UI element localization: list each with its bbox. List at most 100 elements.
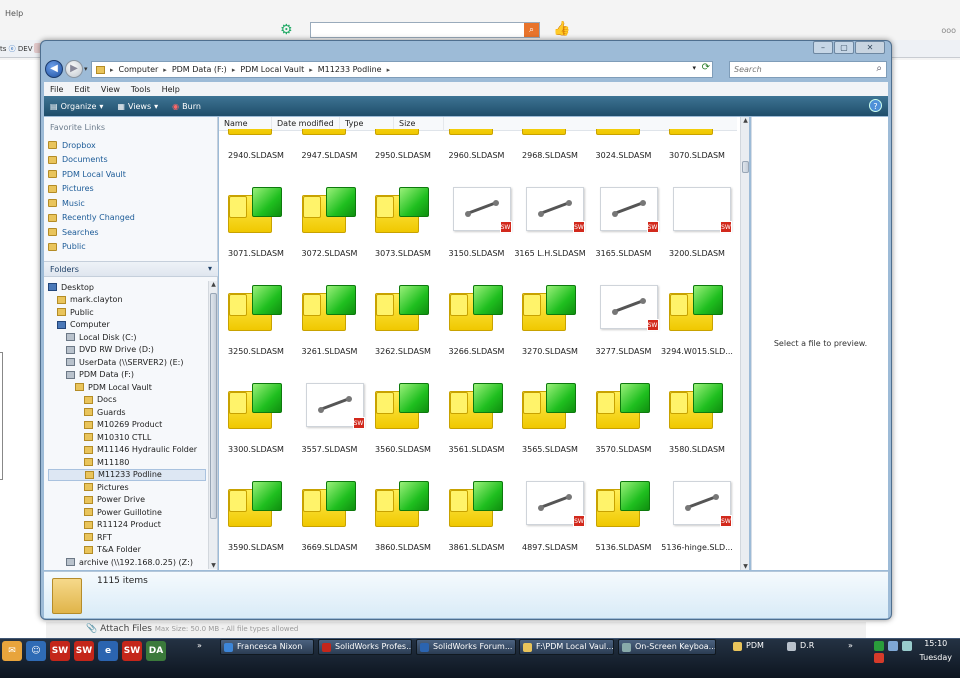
file-item[interactable]: 3070.SLDASM (664, 129, 730, 167)
file-item[interactable]: SW 3277.SLDASM (591, 265, 659, 363)
file-item[interactable]: 2960.SLDASM (444, 129, 510, 167)
chevron-icon[interactable]: » (848, 641, 853, 650)
ie-icon[interactable]: e (98, 641, 118, 661)
file-item[interactable]: 3250.SLDASM (223, 265, 289, 363)
minimize-button[interactable]: – (813, 41, 833, 54)
file-item[interactable]: 3071.SLDASM (223, 167, 289, 265)
forward-button[interactable]: ▶ (65, 60, 83, 78)
tree-item[interactable]: UserData (\\SERVER2) (E:) (48, 356, 206, 369)
tree-item[interactable]: Power Guillotine (48, 506, 206, 519)
file-item[interactable]: 3590.SLDASM (223, 461, 289, 559)
security-icon[interactable] (874, 653, 884, 663)
favorite-link[interactable]: Documents (48, 153, 208, 168)
solidworks-icon[interactable]: SW (74, 641, 94, 661)
solidworks-icon[interactable]: SW (50, 641, 70, 661)
tree-item[interactable]: DVD RW Drive (D:) (48, 344, 206, 357)
favorite-link[interactable]: Dropbox (48, 138, 208, 153)
file-item[interactable]: 3072.SLDASM (297, 167, 363, 265)
file-item[interactable]: 3560.SLDASM (370, 363, 436, 461)
tree-item[interactable]: M10269 Product (48, 419, 206, 432)
file-item[interactable]: SW 3165.SLDASM (591, 167, 659, 265)
file-item[interactable]: 3294.W015.SLD... (661, 265, 733, 363)
file-item[interactable]: 3860.SLDASM (370, 461, 436, 559)
clock[interactable]: 15:10 Tuesday (919, 639, 952, 662)
favorite-link[interactable]: Public (48, 240, 208, 255)
views-button[interactable]: ▦ Views ▾ (117, 102, 158, 111)
file-item[interactable]: SW 3200.SLDASM (664, 167, 732, 265)
taskbar-button[interactable]: PDM (730, 639, 780, 655)
taskbar-button[interactable]: D.R (784, 639, 834, 655)
refresh-icon[interactable]: ⟳ (702, 62, 710, 73)
file-list-scrollbar[interactable]: ▲ ▼ (740, 117, 749, 570)
menu-help[interactable]: Help (162, 85, 180, 94)
breadcrumb-pdm-local-vault[interactable]: PDM Local Vault (240, 65, 304, 74)
tree-item[interactable]: M11233 Podline (48, 468, 206, 481)
file-item[interactable]: SW 3150.SLDASM (444, 167, 512, 265)
maximize-button[interactable]: ▢ (834, 41, 854, 54)
file-item[interactable]: 5136.SLDASM (591, 461, 657, 559)
tree-item[interactable]: M11146 Hydraulic Folder (48, 444, 206, 457)
file-item[interactable]: SW 3165 L.H.SLDASM (514, 167, 586, 265)
taskbar-button[interactable]: Francesca Nixon (220, 639, 314, 655)
file-item[interactable]: 3570.SLDASM (591, 363, 657, 461)
tree-item[interactable]: Public (48, 306, 206, 319)
tree-item[interactable]: Desktop (48, 281, 206, 294)
taskbar-button[interactable]: SolidWorks Forum... (416, 639, 516, 655)
search-icon[interactable]: ⌕ (524, 23, 539, 37)
file-item[interactable]: 3861.SLDASM (444, 461, 510, 559)
solidworks-icon[interactable]: SW (122, 641, 142, 661)
tree-item[interactable]: R11124 Product (48, 519, 206, 532)
menu-tools[interactable]: Tools (131, 85, 151, 94)
file-item[interactable]: 3580.SLDASM (664, 363, 730, 461)
tree-item[interactable]: Local Disk (C:) (48, 331, 206, 344)
breadcrumb-m11233-podline[interactable]: M11233 Podline (318, 65, 382, 74)
background-search-input[interactable] (310, 22, 540, 38)
file-item[interactable]: 2968.SLDASM (517, 129, 583, 167)
favorite-link[interactable]: Recently Changed (48, 211, 208, 226)
tree-item[interactable]: Computer (48, 319, 206, 332)
file-item[interactable]: 2940.SLDASM (223, 129, 289, 167)
breadcrumb-computer[interactable]: Computer (119, 65, 159, 74)
file-item[interactable]: 3266.SLDASM (444, 265, 510, 363)
file-item[interactable]: 3073.SLDASM (370, 167, 436, 265)
favorite-link[interactable]: Pictures (48, 182, 208, 197)
tree-item[interactable]: archive (\\192.168.0.25) (Z:) (48, 556, 206, 569)
outlook-icon[interactable]: ✉ (2, 641, 22, 661)
file-item[interactable]: 3669.SLDASM (297, 461, 363, 559)
file-item[interactable]: 2950.SLDASM (370, 129, 436, 167)
file-item[interactable]: SW 5136-hinge.SLD... (661, 461, 733, 559)
tree-item[interactable]: Power Drive (48, 494, 206, 507)
favorite-link[interactable]: Searches (48, 225, 208, 240)
draftsight-icon[interactable]: DA (146, 641, 166, 661)
folders-header[interactable]: Folders ▾ (44, 261, 218, 277)
taskbar-button[interactable]: SolidWorks Profes... (318, 639, 412, 655)
tree-item[interactable]: PDM Data (F:) (48, 369, 206, 382)
favorite-link[interactable]: Music (48, 196, 208, 211)
thumbs-up-icon[interactable]: 👍 (553, 21, 571, 39)
volume-icon[interactable] (888, 641, 898, 651)
recent-pages-dropdown[interactable]: ▾ (84, 65, 88, 73)
help-icon[interactable]: ? (869, 99, 882, 112)
background-help-menu[interactable]: Help (5, 9, 23, 18)
file-item[interactable]: 3561.SLDASM (444, 363, 510, 461)
file-item[interactable]: 3270.SLDASM (517, 265, 583, 363)
file-item[interactable]: 3300.SLDASM (223, 363, 289, 461)
tree-item[interactable]: M10310 CTLL (48, 431, 206, 444)
back-button[interactable]: ◀ (45, 60, 63, 78)
close-button[interactable]: ✕ (855, 41, 885, 54)
tree-item[interactable]: mark.clayton (48, 294, 206, 307)
taskbar-button[interactable]: On-Screen Keyboa... (618, 639, 716, 655)
menu-view[interactable]: View (101, 85, 120, 94)
menu-edit[interactable]: Edit (74, 85, 90, 94)
burn-button[interactable]: ◉ Burn (172, 102, 201, 111)
user-icon[interactable]: ☺ (26, 641, 46, 661)
file-item[interactable]: 3024.SLDASM (591, 129, 657, 167)
network-icon[interactable] (874, 641, 884, 651)
monitor-icon[interactable] (902, 641, 912, 651)
file-item[interactable]: SW 4897.SLDASM (517, 461, 585, 559)
file-item[interactable]: SW 3557.SLDASM (297, 363, 365, 461)
file-item[interactable]: 3261.SLDASM (297, 265, 363, 363)
favorite-link[interactable]: PDM Local Vault (48, 167, 208, 182)
tree-item[interactable]: PDM Local Vault (48, 381, 206, 394)
tree-item[interactable]: Pictures (48, 481, 206, 494)
